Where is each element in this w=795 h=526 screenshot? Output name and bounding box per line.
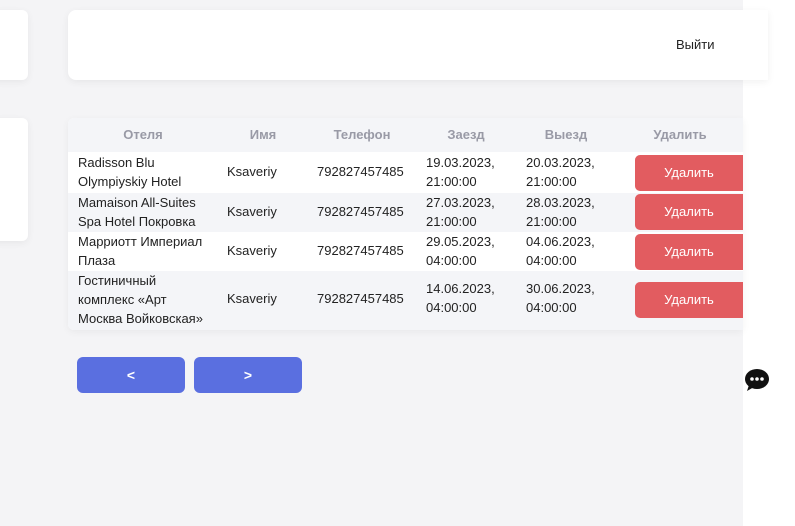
checkin-date: 27.03.2023, bbox=[426, 195, 495, 210]
hotel-name-line: Mamaison All-Suites bbox=[78, 195, 196, 210]
checkout-date: 20.03.2023, bbox=[526, 155, 595, 170]
header-bar bbox=[68, 10, 768, 80]
hotel-name-line: комплекс «Арт bbox=[78, 292, 167, 307]
checkin-cell: 29.05.2023, 04:00:00 bbox=[426, 232, 495, 270]
sidebar-card-bottom bbox=[0, 118, 28, 241]
checkin-cell: 14.06.2023, 04:00:00 bbox=[426, 279, 495, 317]
hotel-name-line: Гостиничный bbox=[78, 273, 157, 288]
delete-button[interactable]: Удалить bbox=[635, 234, 743, 270]
checkin-time: 21:00:00 bbox=[426, 174, 477, 189]
phone-number: 792827457485 bbox=[317, 291, 404, 306]
checkin-time: 04:00:00 bbox=[426, 253, 477, 268]
chat-bubble-icon[interactable] bbox=[744, 368, 770, 392]
hotel-cell: Radisson Blu Olympiyskiy Hotel bbox=[78, 153, 181, 191]
delete-button[interactable]: Удалить bbox=[635, 155, 743, 191]
phone-number: 792827457485 bbox=[317, 243, 404, 258]
checkin-date: 14.06.2023, bbox=[426, 281, 495, 296]
hotel-name-line: Spa Hotel Покровка bbox=[78, 214, 196, 229]
hotel-name-line: Radisson Blu bbox=[78, 155, 155, 170]
checkout-time: 21:00:00 bbox=[526, 214, 577, 229]
column-header-checkout: Выезд bbox=[544, 127, 588, 142]
checkout-date: 04.06.2023, bbox=[526, 234, 595, 249]
checkin-cell: 27.03.2023, 21:00:00 bbox=[426, 193, 495, 231]
sidebar-card-top bbox=[0, 10, 28, 80]
checkout-date: 30.06.2023, bbox=[526, 281, 595, 296]
checkout-cell: 30.06.2023, 04:00:00 bbox=[526, 279, 595, 317]
hotel-name-line: Olympiyskiy Hotel bbox=[78, 174, 182, 189]
guest-name: Ksaveriy bbox=[227, 164, 277, 179]
hotel-name-line: Москва Войковская» bbox=[78, 311, 203, 326]
column-header-delete: Удалить bbox=[653, 127, 707, 142]
delete-button[interactable]: Удалить bbox=[635, 282, 743, 318]
checkin-time: 04:00:00 bbox=[426, 300, 477, 315]
hotel-name-line: Плаза bbox=[78, 253, 116, 268]
phone-number: 792827457485 bbox=[317, 204, 404, 219]
guest-name: Ksaveriy bbox=[227, 291, 277, 306]
hotel-cell: Марриотт Империал Плаза bbox=[78, 232, 202, 270]
column-header-hotel: Отеля bbox=[123, 127, 163, 142]
table-row: Марриотт Империал Плаза Ksaveriy 7928274… bbox=[68, 232, 743, 271]
table-row: Mamaison All-Suites Spa Hotel Покровка K… bbox=[68, 193, 743, 232]
checkout-cell: 04.06.2023, 04:00:00 bbox=[526, 232, 595, 270]
checkout-date: 28.03.2023, bbox=[526, 195, 595, 210]
guest-name: Ksaveriy bbox=[227, 243, 277, 258]
column-header-phone: Телефон bbox=[333, 127, 391, 142]
checkin-cell: 19.03.2023, 21:00:00 bbox=[426, 153, 495, 191]
chat-bubble-icon-graphic bbox=[745, 369, 769, 391]
hotel-cell: Гостиничный комплекс «Арт Москва Войковс… bbox=[78, 271, 203, 328]
checkin-date: 19.03.2023, bbox=[426, 155, 495, 170]
hotel-name-line: Марриотт Империал bbox=[78, 234, 203, 249]
column-header-checkin: Заезд bbox=[447, 127, 485, 142]
bookings-table: Отеля Имя Телефон Заезд Выезд Удалить Ra… bbox=[68, 118, 743, 330]
checkin-time: 21:00:00 bbox=[426, 214, 477, 229]
phone-number: 792827457485 bbox=[317, 164, 404, 179]
delete-button[interactable]: Удалить bbox=[635, 194, 743, 230]
next-page-button[interactable]: > bbox=[194, 357, 302, 393]
table-row: Гостиничный комплекс «Арт Москва Войковс… bbox=[68, 271, 743, 330]
guest-name: Ksaveriy bbox=[227, 204, 277, 219]
checkin-date: 29.05.2023, bbox=[426, 234, 495, 249]
checkout-time: 21:00:00 bbox=[526, 174, 577, 189]
table-header: Отеля Имя Телефон Заезд Выезд Удалить bbox=[68, 118, 743, 152]
hotel-cell: Mamaison All-Suites Spa Hotel Покровка bbox=[78, 193, 196, 231]
checkout-time: 04:00:00 bbox=[526, 300, 577, 315]
checkout-time: 04:00:00 bbox=[526, 253, 577, 268]
checkout-cell: 20.03.2023, 21:00:00 bbox=[526, 153, 595, 191]
logout-link[interactable]: Выйти bbox=[676, 37, 715, 52]
previous-page-button[interactable]: < bbox=[77, 357, 185, 393]
checkout-cell: 28.03.2023, 21:00:00 bbox=[526, 193, 595, 231]
table-row: Radisson Blu Olympiyskiy Hotel Ksaveriy … bbox=[68, 152, 743, 191]
column-header-name: Имя bbox=[249, 127, 277, 142]
